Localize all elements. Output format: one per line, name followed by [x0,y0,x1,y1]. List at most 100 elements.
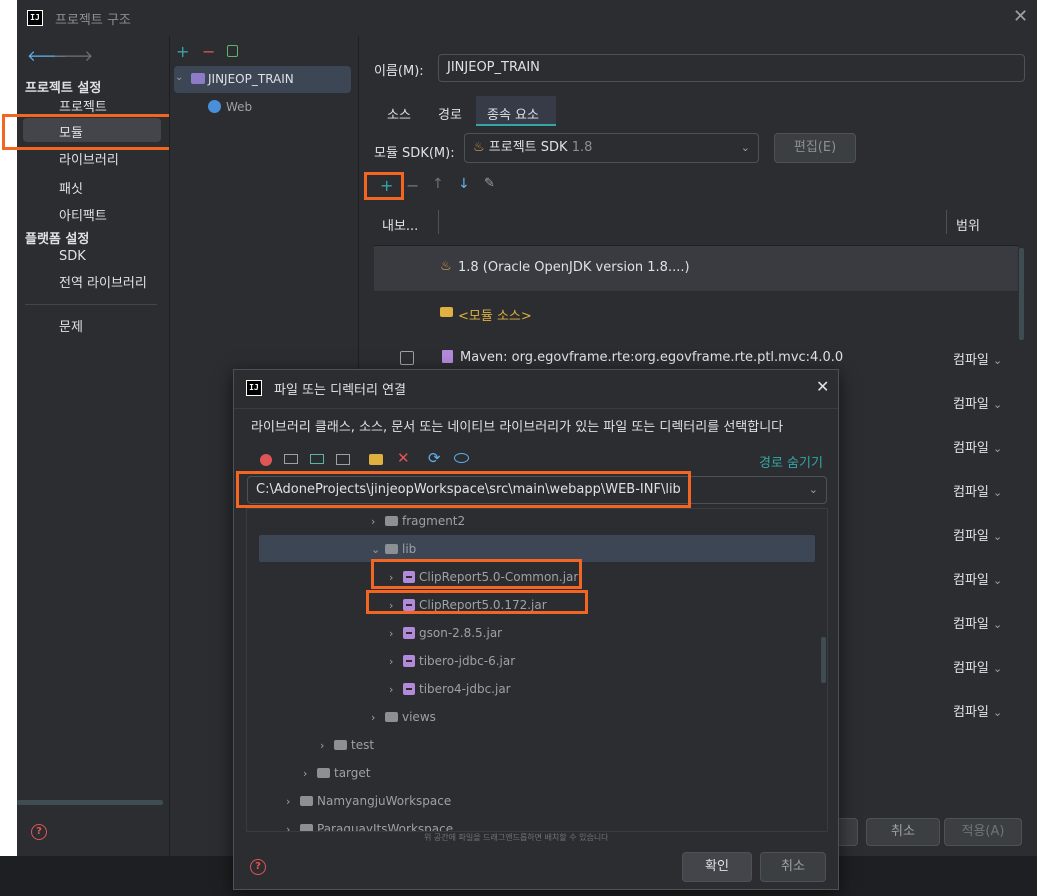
edit-pencil-icon[interactable]: ✎ [484,176,495,191]
forward-arrow-icon[interactable]: 🡒 [53,46,93,65]
sdk-value: 프로젝트 SDK [488,140,568,155]
refresh-icon[interactable]: ⟳ [428,449,441,467]
section-project-settings: 프로젝트 설정 [25,81,102,96]
tab-sources[interactable]: 소스 [387,104,411,123]
file-tree-row[interactable]: › NamyangjuWorkspace [286,787,451,815]
move-down-icon[interactable]: ↓ [458,176,470,192]
file-tree-row[interactable]: › test [320,731,374,759]
remove-dependency-icon[interactable]: − [406,176,419,195]
sidebar-scrollbar[interactable] [17,800,163,805]
add-dependency-icon[interactable]: + [380,176,393,195]
scope-dropdown[interactable]: 컴파일 ⌄ [953,349,1002,368]
highlight-box-path [236,471,691,508]
table-scrollbar[interactable] [1019,248,1024,340]
window-title: 프로젝트 구조 [55,13,131,28]
sidebar-item-global-libraries[interactable]: 전역 라이브러리 [59,272,147,291]
cancel-button[interactable]: 취소 [866,818,940,846]
file-tree: › fragment2 ⌄ lib › ClipReport5.0-Common.ja… [246,508,828,832]
dialog-title: 파일 또는 디렉터리 연결 [274,383,406,398]
row-text-jdk: 1.8 (Oracle OpenJDK version 1.8....) [458,260,690,275]
ok-button[interactable]: 확인 [682,852,752,882]
dependency-row-jdk[interactable]: ♨ 1.8 (Oracle OpenJDK version 1.8....) [374,246,1018,291]
home-icon[interactable] [260,454,272,466]
dialog-divider [234,408,838,409]
sidebar-item-facets[interactable]: 패싯 [59,178,83,197]
file-tree-row[interactable]: › gson-2.8.5.jar [389,619,502,647]
module-root-label[interactable]: JINJEOP_TRAIN [208,72,294,86]
file-tree-row[interactable]: › views [371,703,436,731]
move-up-icon[interactable]: ↑ [432,176,444,192]
column-divider-2 [946,210,947,234]
expand-chevron-icon[interactable]: ⌄ [175,72,183,83]
file-tree-row[interactable]: › tibero4-jdbc.jar [389,675,511,703]
sidebar-divider [25,304,157,305]
java-cup-icon: ♨ [473,140,485,155]
show-hidden-icon[interactable] [454,453,469,463]
new-folder-icon[interactable] [369,454,383,465]
dependency-row-source[interactable]: <모듈 소스> [374,292,1018,336]
module-sdk-select[interactable]: ♨ 프로젝트 SDK 1.8 ⌄ [464,133,759,163]
scope-dropdown[interactable]: 컴파일 ⌄ [953,437,1002,456]
file-tree-row-selected-bg[interactable] [259,535,815,562]
highlight-box-modules [2,114,180,150]
file-tree-scrollbar[interactable] [821,637,826,683]
attach-file-dialog: IJ 파일 또는 디렉터리 연결 ✕ 라이브러리 클래스, 소스, 문서 또는 … [233,369,839,890]
sidebar-item-libraries[interactable]: 라이브러리 [59,149,119,168]
file-tree-row[interactable]: › fragment2 [371,509,465,535]
edit-sdk-button[interactable]: 편집(E) [774,133,856,163]
java-cup-icon: ♨ [440,259,452,274]
intellij-logo-icon: IJ [27,10,43,26]
file-tree-row[interactable]: › target [303,759,371,787]
file-tree-row[interactable]: › ParaguayItsWorkspace [286,815,453,831]
chevron-down-icon: ⌄ [740,141,750,154]
module-sdk-label: 모듈 SDK(M): [374,146,455,161]
dialog-description: 라이브러리 클래스, 소스, 문서 또는 네이티브 라이브러리가 있는 파일 또… [251,420,784,435]
scope-dropdown[interactable]: 컴파일 ⌄ [953,569,1002,588]
scope-dropdown[interactable]: 컴파일 ⌄ [953,613,1002,632]
settings-sidebar: 🡐 🡒 프로젝트 설정 프로젝트 모듈 라이브러리 패싯 아티팩트 플랫폼 설정… [2,36,180,856]
window-titlebar: IJ 프로젝트 구조 ✕ [17,0,1037,36]
help-icon[interactable]: ? [31,824,47,840]
sidebar-item-artifacts[interactable]: 아티팩트 [59,205,107,224]
scope-dropdown[interactable]: 컴파일 ⌄ [953,393,1002,412]
computer-icon[interactable] [310,454,324,464]
intellij-logo-icon: IJ [246,380,262,396]
name-label: 이름(M): [374,64,424,79]
sidebar-item-project[interactable]: 프로젝트 [59,96,107,115]
module-folder-icon[interactable] [336,454,350,465]
drop-hint: 위 공간에 파일을 드래그앤드롭하면 배치할 수 있습니다 [424,833,609,842]
export-checkbox[interactable] [400,351,414,365]
module-child-web[interactable]: Web [226,100,252,114]
scope-dropdown[interactable]: 컴파일 ⌄ [953,657,1002,676]
sidebar-item-problems[interactable]: 문제 [59,316,83,335]
module-name-input[interactable]: JINJEOP_TRAIN [438,54,1025,82]
scope-dropdown[interactable]: 컴파일 ⌄ [953,481,1002,500]
section-platform-settings: 플랫폼 설정 [25,232,90,247]
close-icon[interactable]: ✕ [1013,6,1028,27]
add-module-icon[interactable]: + [176,42,189,61]
row-text-maven: Maven: org.egovframe.rte:org.egovframe.r… [460,350,844,365]
tab-dependencies[interactable]: 종속 요소 [487,104,539,123]
file-tree-row[interactable]: › tibero-jdbc-6.jar [389,647,515,675]
sidebar-item-sdk[interactable]: SDK [59,249,86,264]
column-export[interactable]: 내보... [382,215,418,234]
delete-icon[interactable]: ✕ [397,449,410,467]
help-icon[interactable]: ? [250,859,266,875]
remove-module-icon[interactable]: − [202,42,215,61]
desktop-icon[interactable] [284,454,298,464]
folder-icon [440,307,453,317]
hide-path-link[interactable]: 경로 숨기기 [759,452,823,471]
copy-module-icon[interactable] [227,45,238,57]
cancel-button[interactable]: 취소 [760,852,826,882]
scope-dropdown[interactable]: 컴파일 ⌄ [953,525,1002,544]
highlight-box-jar2 [366,590,588,614]
apply-button[interactable]: 적용(A) [944,818,1022,846]
maven-library-icon [442,350,453,363]
tab-paths[interactable]: 경로 [438,104,462,123]
close-icon[interactable]: ✕ [816,377,829,396]
chevron-down-icon: ⌄ [808,483,818,496]
column-scope[interactable]: 범위 [956,215,980,234]
dependency-table-header: 내보... 범위 [374,200,1018,246]
scope-dropdown[interactable]: 컴파일 ⌄ [953,701,1002,720]
row-text-source: <모듈 소스> [458,309,532,324]
